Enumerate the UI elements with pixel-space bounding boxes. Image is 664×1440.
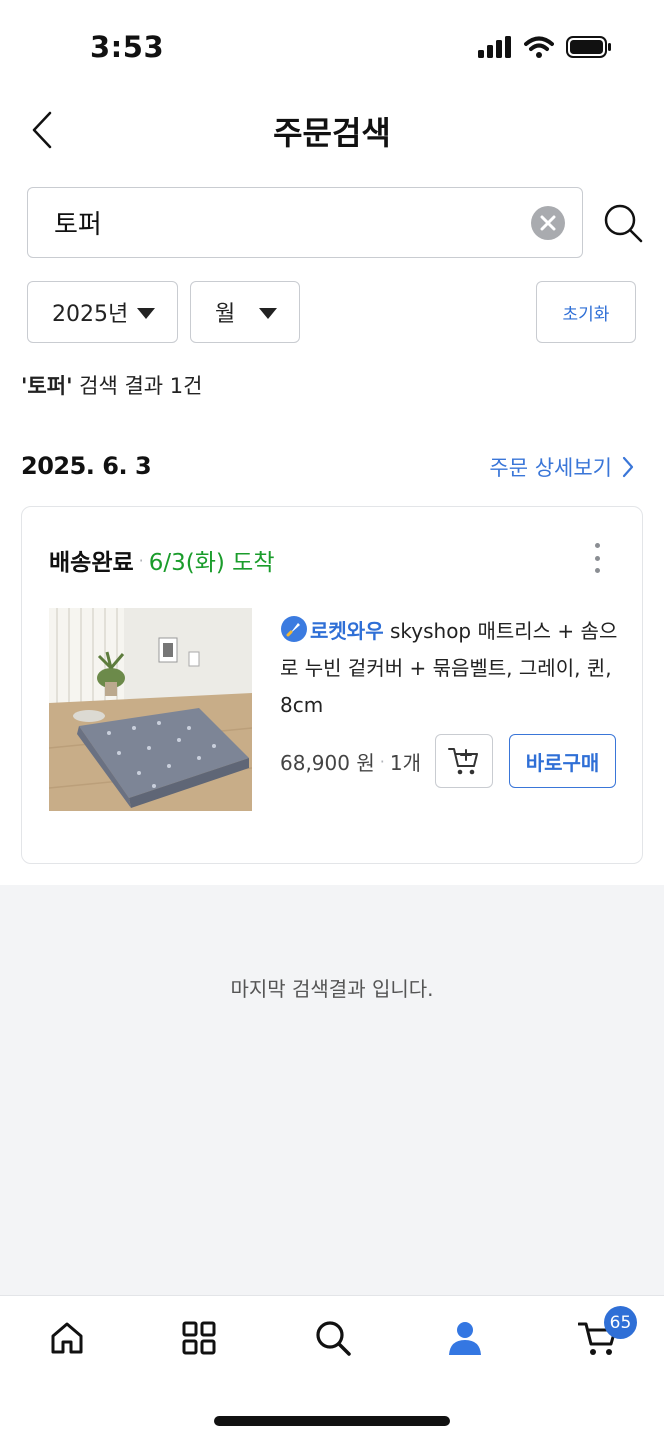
cart-plus-icon [448, 748, 478, 775]
search-box [27, 187, 583, 258]
order-card: 배송완료 · 6/3(화) 도착 로켓와우 skyshop 매트리스 + 솜으로… [21, 506, 643, 864]
tab-category[interactable] [179, 1318, 219, 1358]
person-icon [449, 1322, 481, 1355]
status-icons [478, 36, 612, 58]
search-button[interactable] [603, 203, 643, 243]
wifi-icon [524, 36, 554, 58]
order-detail-link[interactable]: 주문 상세보기 [489, 452, 634, 482]
clear-search-button[interactable] [531, 206, 565, 240]
product-quantity: 1개 [389, 751, 421, 775]
month-select[interactable]: 월 [190, 281, 300, 343]
search-input[interactable] [54, 188, 534, 256]
home-icon [51, 1322, 83, 1354]
product-title[interactable]: 로켓와우 skyshop 매트리스 + 솜으로 누빈 겉커버 + 묶음벨트, 그… [280, 613, 620, 724]
price-line: 68,900 원 · 1개 [280, 747, 421, 776]
rocket-icon [281, 616, 307, 642]
add-to-cart-button[interactable] [435, 734, 493, 788]
chevron-right-icon [622, 456, 634, 478]
rocket-wow-badge: 로켓와우 [310, 619, 384, 643]
status-bar: 3:53 [0, 0, 664, 100]
more-options-button[interactable] [592, 543, 602, 573]
caret-down-icon [259, 308, 277, 319]
tab-home[interactable] [47, 1318, 87, 1358]
cart-count-badge: 65 [604, 1306, 637, 1339]
header: 주문검색 [0, 100, 664, 160]
shipping-status: 배송완료 [49, 550, 134, 576]
shipping-info: 배송완료 · 6/3(화) 도착 [49, 543, 275, 577]
tab-my-coupang[interactable] [445, 1318, 485, 1358]
result-summary: '토퍼' 검색 결과 1건 [21, 370, 203, 400]
results-end-area: 마지막 검색결과 입니다. [0, 885, 664, 1295]
year-select[interactable]: 2025년 [27, 281, 178, 343]
search-icon [316, 1321, 351, 1356]
more-vertical-icon [594, 543, 600, 548]
separator: · [138, 550, 144, 570]
arrival-date: 6/3(화) 도착 [148, 550, 275, 576]
home-indicator [214, 1416, 450, 1426]
reset-button[interactable]: 초기화 [536, 281, 636, 343]
year-select-label: 2025년 [52, 302, 129, 327]
caret-down-icon [137, 308, 155, 319]
page-title: 주문검색 [273, 114, 391, 152]
magnifier-icon [604, 204, 643, 243]
clear-x-icon [540, 215, 556, 231]
battery-icon [566, 36, 611, 58]
order-date: 2025. 6. 3 [21, 452, 152, 480]
result-keyword: '토퍼' [21, 374, 73, 398]
separator: · [379, 752, 385, 771]
product-image[interactable] [49, 608, 252, 811]
tab-search[interactable] [313, 1318, 353, 1358]
status-time: 3:53 [90, 30, 165, 64]
order-detail-label: 주문 상세보기 [489, 456, 612, 480]
buy-now-button[interactable]: 바로구매 [509, 734, 616, 788]
result-count-text: 검색 결과 1건 [72, 374, 203, 398]
product-price: 68,900 원 [280, 751, 375, 775]
end-of-results-message: 마지막 검색결과 입니다. [230, 977, 434, 1001]
mattress-topper-image [49, 608, 252, 811]
signal-icon [478, 36, 511, 58]
grid-icon [182, 1321, 216, 1355]
month-select-label: 월 [215, 302, 236, 327]
